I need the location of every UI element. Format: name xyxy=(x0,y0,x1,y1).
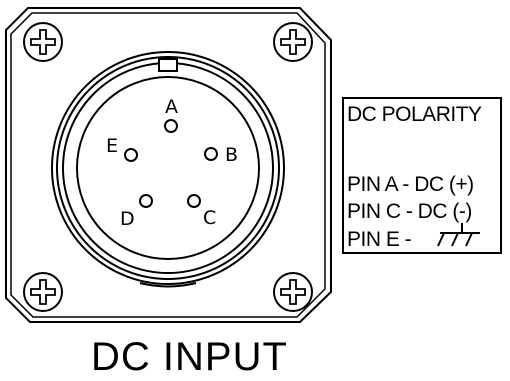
pin-c: C xyxy=(187,194,216,229)
pin-e: E xyxy=(106,135,138,162)
legend-pin-c: PIN C - DC (-) xyxy=(347,200,472,223)
polarity-legend: DC POLARITY PIN A - DC (+) PIN C - DC (-… xyxy=(342,97,502,254)
connector-receptacle xyxy=(51,51,285,288)
dc-input-connector-diagram: A B C D E DC POLARITY PIN A - DC (+) PIN… xyxy=(5,7,502,379)
legend-pin-e: PIN E - xyxy=(347,228,412,251)
phillips-screw-icon xyxy=(23,22,63,62)
connector-flange-outline xyxy=(5,7,332,323)
phillips-screw-icon xyxy=(273,22,313,62)
phillips-screw-icon xyxy=(23,272,63,312)
pin-c-label: C xyxy=(203,207,216,229)
keyway-notch xyxy=(158,58,178,72)
legend-title: DC POLARITY xyxy=(347,103,482,126)
pin-a: A xyxy=(164,96,178,133)
legend-pin-a: PIN A - DC (+) xyxy=(347,173,474,196)
pin-d-label: D xyxy=(120,208,135,230)
pin-b-label: B xyxy=(225,144,238,166)
phillips-screw-icon xyxy=(273,272,313,312)
pin-a-label: A xyxy=(165,96,178,118)
pin-e-label: E xyxy=(106,135,118,157)
pin-d: D xyxy=(120,194,153,230)
connector-title: DC INPUT xyxy=(91,335,288,379)
pin-b: B xyxy=(204,144,238,166)
